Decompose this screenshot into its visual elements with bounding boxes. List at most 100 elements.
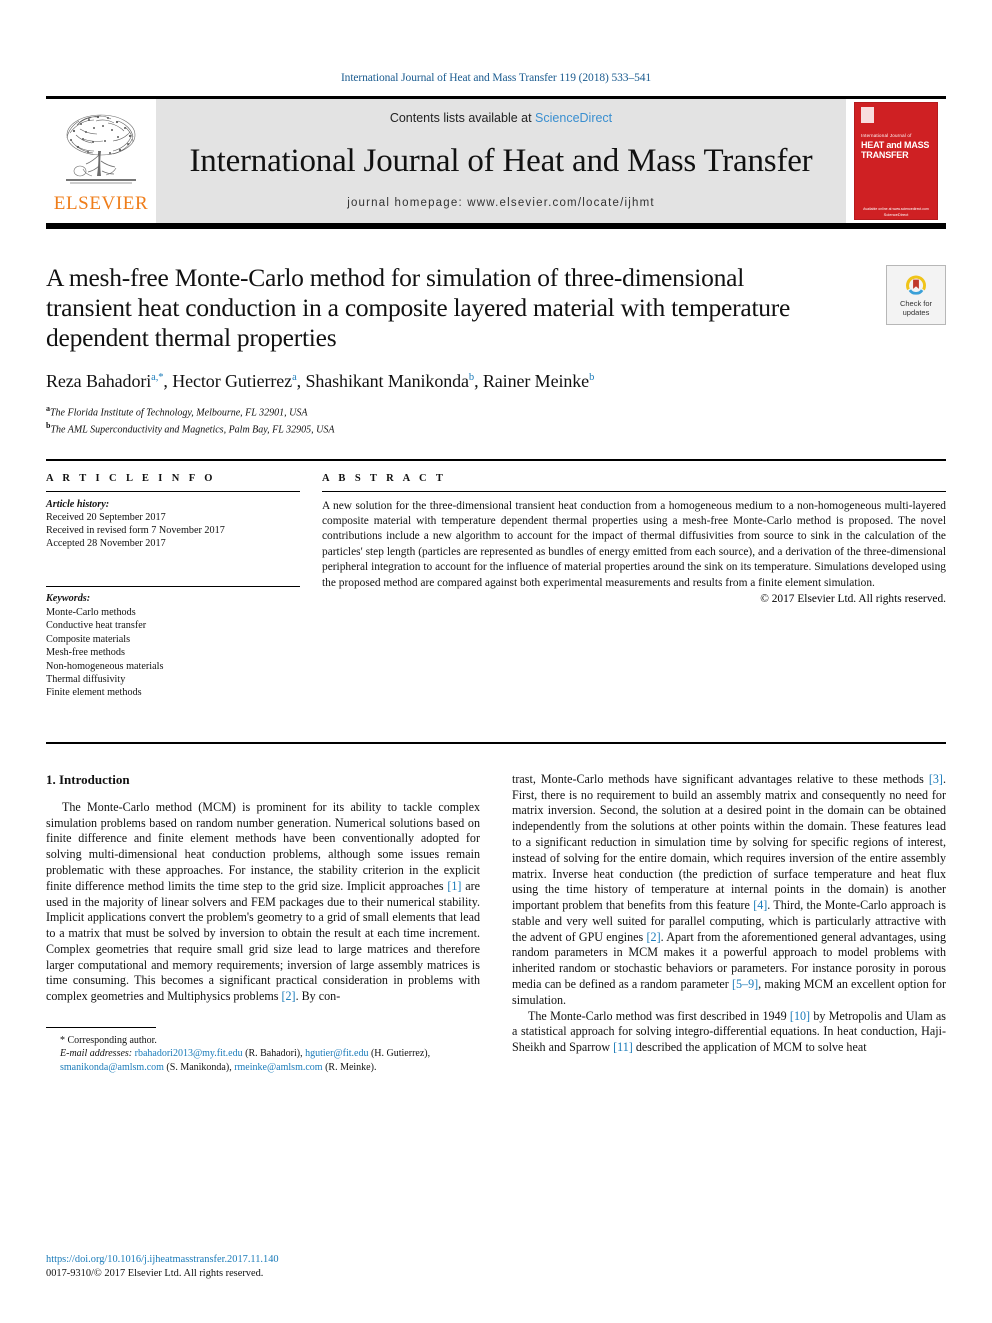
history-item-0: Received 20 September 2017 [46, 511, 166, 523]
issn-copyright-line: 0017-9310/© 2017 Elsevier Ltd. All right… [46, 1268, 264, 1279]
citation-2b[interactable]: [2] [647, 930, 661, 944]
author-0: Reza Bahadoria,* [46, 371, 164, 391]
right-column: trast, Monte-Carlo methods have signific… [512, 772, 946, 1075]
email-link-1[interactable]: hgutier@fit.edu [305, 1048, 368, 1059]
paragraph-left-1-part-b: are used in the majority of linear solve… [46, 878, 480, 1004]
paragraph-right-2-part-a: The Monte-Carlo method was first describ… [528, 1008, 790, 1023]
citation-5-9[interactable]: [5–9] [732, 977, 758, 991]
email-addresses-line: E-mail addresses: rbahadori2013@my.fit.e… [46, 1047, 476, 1074]
citation-11[interactable]: [11] [613, 1040, 633, 1054]
keyword-2: Composite materials [46, 633, 131, 645]
keywords-rule [46, 586, 300, 588]
journal-title: International Journal of Heat and Mass T… [189, 142, 813, 179]
cover-heat-mass: HEAT and MASS [861, 140, 930, 150]
cover-transfer: TRANSFER [861, 150, 909, 160]
crossmark-line-2: updates [902, 307, 930, 317]
cover-footer-2: ScienceDirect [883, 212, 909, 217]
cover-line-1: International Journal of [861, 133, 912, 138]
band-bottom-rule [46, 741, 946, 744]
keyword-1: Conductive heat transfer [46, 620, 147, 632]
crossmark-icon [906, 275, 927, 295]
footnote-block: * Corresponding author. E-mail addresses… [46, 1034, 476, 1074]
email-link-0[interactable]: rbahadori2013@my.fit.edu [135, 1048, 243, 1059]
masthead-center: Contents lists available at ScienceDirec… [156, 99, 846, 223]
keywords-list: Keywords: Monte-Carlo methods Conductive… [46, 592, 300, 699]
article-page: International Journal of Heat and Mass T… [0, 0, 992, 1323]
keywords-label: Keywords: [46, 593, 91, 605]
corresponding-author-line: * Corresponding author. [46, 1034, 476, 1047]
paragraph-left-1-part-a: The Monte-Carlo method (MCM) is prominen… [46, 799, 480, 893]
article-info-rule [46, 490, 300, 492]
affiliation-0-text: The Florida Institute of Technology, Mel… [50, 407, 308, 419]
left-column: 1. Introduction The Monte-Carlo method (… [46, 772, 480, 1075]
paragraph-right-1: trast, Monte-Carlo methods have signific… [512, 772, 946, 1009]
section-title-introduction: 1. Introduction [46, 771, 130, 787]
author-2-name: Shashikant Manikonda [305, 371, 469, 391]
article-history-label: Article history: [46, 498, 110, 510]
cover-publisher-mark [861, 107, 874, 123]
footnote-star: * [60, 1035, 65, 1047]
citation-2[interactable]: [2] [281, 989, 295, 1003]
keyword-0: Monte-Carlo methods [46, 606, 136, 618]
citation-3[interactable]: [3] [929, 772, 943, 786]
corresponding-author-text: Corresponding author. [67, 1035, 157, 1047]
affiliation-0: aThe Florida Institute of Technology, Me… [46, 402, 946, 419]
journal-masthead: ELSEVIER Contents lists available at Sci… [46, 96, 946, 229]
author-2-sup: b [468, 372, 475, 383]
keyword-5: Thermal diffusivity [46, 673, 126, 685]
paragraph-left-1-part-c: . By con- [295, 989, 341, 1004]
body-columns: 1. Introduction The Monte-Carlo method (… [46, 772, 946, 1075]
cover-line-2: HEAT and MASS TRANSFER [861, 140, 929, 160]
abstract-rule [322, 490, 946, 492]
citation-4[interactable]: [4] [753, 898, 767, 912]
title-block: Check for updates A mesh-free Monte-Carl… [46, 263, 946, 437]
affiliation-1-text: The AML Superconductivity and Magnetics,… [50, 424, 335, 436]
author-0-sup: a,* [151, 372, 164, 383]
abstract-heading: A B S T R A C T [322, 472, 447, 484]
email-owner-0: (R. Bahadori), [245, 1048, 303, 1060]
author-2: Shashikant Manikondab [305, 371, 474, 391]
paragraph-right-2: The Monte-Carlo method was first describ… [512, 1009, 946, 1056]
email-owner-2: (S. Manikonda), [166, 1061, 232, 1073]
email-link-3[interactable]: rmeinke@amlsm.com [234, 1062, 322, 1073]
email-owner-1: (H. Gutierrez), [370, 1048, 431, 1060]
running-head: International Journal of Heat and Mass T… [340, 72, 652, 84]
paragraph-right-1-part-b: . First, there is no requirement to buil… [512, 771, 946, 913]
info-abstract-band: A R T I C L E I N F O Article history: R… [46, 461, 946, 700]
cover-footer-1: Available online at www.sciencedirect.co… [863, 207, 929, 211]
abstract-text: A new solution for the three-dimensional… [322, 499, 946, 589]
author-0-name: Reza Bahadori [46, 371, 152, 391]
affiliation-list: aThe Florida Institute of Technology, Me… [46, 402, 946, 437]
keywords-block: Keywords: Monte-Carlo methods Conductive… [46, 586, 300, 699]
keyword-6: Finite element methods [46, 687, 142, 699]
page-title: A mesh-free Monte-Carlo method for simul… [46, 263, 791, 352]
abstract-copyright: © 2017 Elsevier Ltd. All rights reserved… [760, 593, 946, 606]
article-history: Article history: Received 20 September 2… [46, 498, 300, 551]
contents-prefix: Contents lists available at [389, 111, 536, 125]
cover-art: International Journal of HEAT and MASS T… [854, 102, 938, 220]
footer-doi-block: https://doi.org/10.1016/j.ijheatmasstran… [46, 1253, 279, 1281]
journal-homepage[interactable]: journal homepage: www.elsevier.com/locat… [347, 197, 655, 209]
author-1-name: Hector Gutierrez [172, 371, 293, 391]
paragraph-left-1: The Monte-Carlo method (MCM) is prominen… [46, 800, 480, 1005]
history-item-2: Accepted 28 November 2017 [46, 538, 166, 550]
citation-10[interactable]: [10] [790, 1009, 810, 1023]
elsevier-wordmark: ELSEVIER [53, 193, 149, 214]
email-link-2[interactable]: smanikonda@amlsm.com [60, 1062, 164, 1073]
article-info-heading: A R T I C L E I N F O [46, 472, 216, 484]
keyword-3: Mesh-free methods [46, 647, 125, 659]
abstract-column: A B S T R A C T A new solution for the t… [322, 473, 946, 700]
keyword-4: Non-homogeneous materials [46, 660, 164, 672]
author-1: Hector Gutierreza [172, 371, 296, 391]
crossmark-badge[interactable]: Check for updates [886, 265, 946, 325]
article-info-column: A R T I C L E I N F O Article history: R… [46, 473, 322, 700]
elsevier-logo: ELSEVIER [46, 99, 156, 223]
sciencedirect-link[interactable]: ScienceDirect [535, 111, 612, 125]
email-addresses-label: E-mail addresses: [60, 1048, 133, 1060]
author-3-name: Rainer Meinke [482, 371, 590, 391]
history-item-1: Received in revised form 7 November 2017 [46, 525, 225, 537]
citation-1[interactable]: [1] [447, 879, 461, 893]
affiliation-1: bThe AML Superconductivity and Magnetics… [46, 419, 946, 436]
elsevier-tree-icon [66, 114, 136, 184]
doi-link[interactable]: https://doi.org/10.1016/j.ijheatmasstran… [46, 1254, 279, 1265]
